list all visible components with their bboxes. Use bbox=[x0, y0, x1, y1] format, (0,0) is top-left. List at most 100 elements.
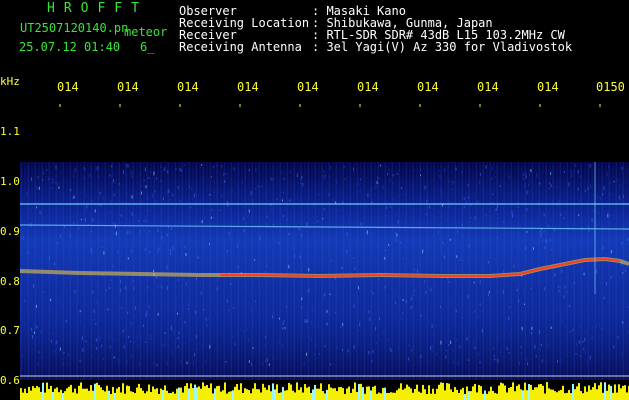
level-bar bbox=[488, 391, 490, 400]
level-bar bbox=[60, 389, 62, 400]
x-tick-label: 014 bbox=[297, 80, 319, 94]
level-bar bbox=[470, 391, 472, 400]
level-bar bbox=[58, 392, 60, 400]
level-bar bbox=[414, 388, 416, 400]
level-bar bbox=[164, 385, 166, 400]
level-bar bbox=[158, 393, 160, 400]
level-bar bbox=[52, 391, 54, 400]
level-bar bbox=[490, 386, 492, 400]
level-bar bbox=[300, 387, 302, 400]
level-bar bbox=[108, 390, 110, 400]
level-bar bbox=[304, 384, 306, 400]
level-bar bbox=[48, 388, 50, 400]
level-bar bbox=[92, 390, 94, 400]
level-bar bbox=[552, 389, 554, 400]
level-bar bbox=[586, 391, 588, 400]
level-bar bbox=[198, 386, 200, 400]
level-bar bbox=[324, 393, 326, 400]
level-bar bbox=[168, 393, 170, 400]
level-bar bbox=[256, 389, 258, 400]
level-bar bbox=[156, 388, 158, 400]
level-bar bbox=[622, 385, 624, 400]
level-bar bbox=[266, 389, 268, 400]
level-bar bbox=[554, 391, 556, 400]
level-bar bbox=[42, 382, 44, 400]
level-bar bbox=[272, 383, 274, 400]
level-bar bbox=[336, 391, 338, 400]
level-bar bbox=[112, 386, 114, 400]
file-name: UT2507120140.pn bbox=[20, 21, 129, 35]
level-bar bbox=[208, 387, 210, 400]
level-bar bbox=[612, 392, 614, 400]
level-bar bbox=[212, 393, 214, 400]
level-bar bbox=[214, 388, 216, 400]
level-bar bbox=[550, 389, 552, 400]
level-bar bbox=[194, 384, 196, 400]
level-bar bbox=[356, 391, 358, 400]
level-bar bbox=[382, 388, 384, 400]
y-tick-label: 0.6 bbox=[0, 374, 20, 387]
level-bar bbox=[420, 392, 422, 400]
level-bar bbox=[486, 393, 488, 400]
level-bar bbox=[72, 392, 74, 400]
level-bar bbox=[20, 388, 22, 400]
level-bar bbox=[496, 393, 498, 400]
x-tick-label: 014 bbox=[177, 80, 199, 94]
level-bar bbox=[566, 392, 568, 400]
level-bar bbox=[220, 391, 222, 400]
level-bar bbox=[416, 384, 418, 400]
level-bar bbox=[66, 388, 68, 400]
level-bar bbox=[330, 387, 332, 400]
y-tick-label: 0.9 bbox=[0, 225, 20, 238]
level-bar bbox=[202, 382, 204, 400]
level-bar bbox=[338, 387, 340, 400]
level-bar bbox=[592, 387, 594, 400]
level-bar bbox=[412, 392, 414, 400]
level-bar bbox=[136, 387, 138, 400]
level-bar bbox=[604, 382, 606, 400]
level-bar bbox=[366, 386, 368, 400]
level-bar bbox=[394, 392, 396, 400]
level-bar bbox=[288, 382, 290, 400]
level-bar bbox=[56, 387, 58, 400]
level-bar bbox=[374, 385, 376, 400]
level-bar bbox=[432, 388, 434, 400]
level-bar bbox=[28, 386, 30, 400]
level-bar bbox=[308, 386, 310, 400]
level-bar bbox=[358, 383, 360, 400]
level-bar bbox=[170, 393, 172, 400]
level-bar bbox=[568, 390, 570, 400]
x-tick-label: 014 bbox=[237, 80, 259, 94]
level-bar bbox=[478, 385, 480, 400]
level-bar bbox=[278, 392, 280, 400]
level-bar bbox=[128, 386, 130, 400]
level-bar bbox=[238, 389, 240, 400]
level-bar bbox=[74, 388, 76, 400]
header-panel: HROFFT UT2507120140.pn meteor 25.07.12 0… bbox=[0, 0, 629, 74]
level-bar bbox=[408, 386, 410, 400]
level-bar bbox=[124, 393, 126, 400]
level-bar bbox=[172, 391, 174, 400]
level-bar bbox=[624, 385, 626, 400]
level-bar bbox=[538, 384, 540, 400]
reference-line-0-91 bbox=[20, 224, 629, 230]
level-bar bbox=[216, 386, 218, 400]
level-bar bbox=[562, 385, 564, 400]
level-bar bbox=[352, 388, 354, 400]
level-bar bbox=[320, 383, 322, 400]
level-bar bbox=[82, 388, 84, 400]
detection-count: 6_ bbox=[140, 40, 155, 54]
level-bar bbox=[306, 387, 308, 400]
level-bar bbox=[620, 388, 622, 400]
level-bar bbox=[100, 387, 102, 400]
level-bar bbox=[434, 393, 436, 400]
level-bar bbox=[270, 391, 272, 400]
level-bar bbox=[514, 391, 516, 400]
level-bar bbox=[248, 390, 250, 400]
level-bar bbox=[418, 391, 420, 400]
level-bar bbox=[64, 391, 66, 400]
spectrogram-plot bbox=[20, 104, 629, 380]
level-bar bbox=[260, 392, 262, 400]
level-bar bbox=[354, 382, 356, 400]
level-bar bbox=[484, 390, 486, 400]
